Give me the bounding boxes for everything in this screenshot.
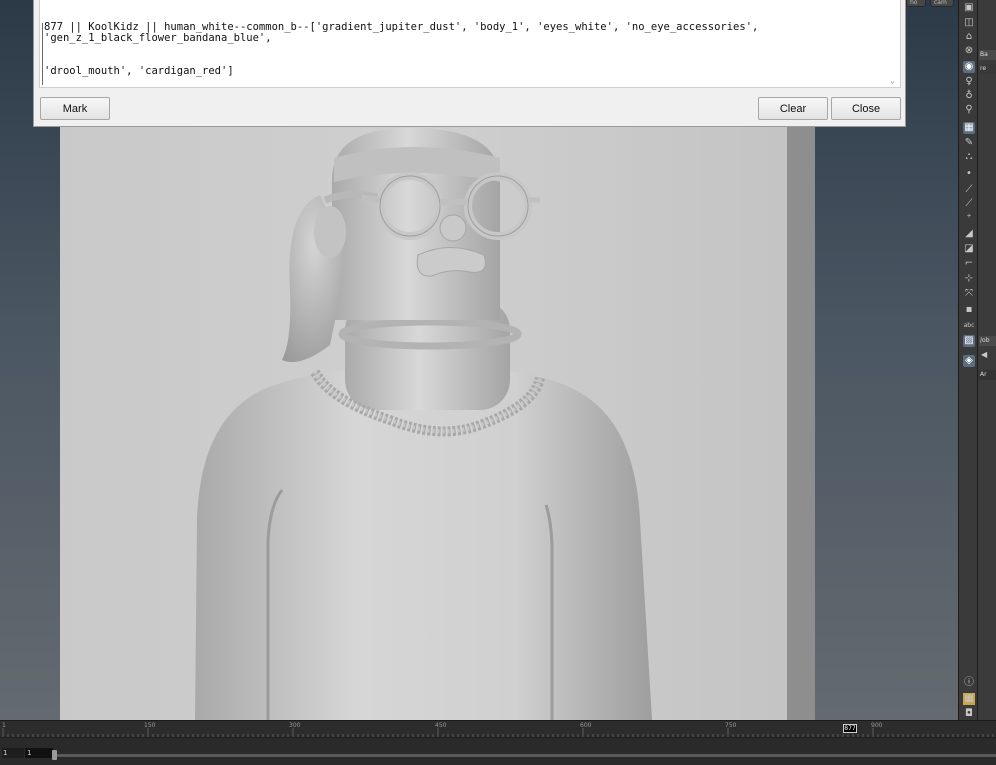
- audio-icon[interactable]: ◪: [963, 243, 975, 255]
- tick-label: 300: [289, 722, 301, 729]
- tick-label: 750: [725, 722, 737, 729]
- range-slider[interactable]: [55, 754, 996, 757]
- ear: [314, 206, 346, 258]
- timeline-ruler[interactable]: 1 150 300 450 600 750 900 877: [0, 720, 996, 738]
- camera-menu-chip[interactable]: cam: [930, 0, 954, 7]
- render-icon[interactable]: ◘: [963, 708, 975, 720]
- mark-dialog: 877 || KoolKidz || human_white--common_b…: [33, 0, 906, 127]
- current-frame-marker[interactable]: 877: [843, 724, 857, 733]
- mark-button[interactable]: Mark: [40, 97, 110, 120]
- pose-icon[interactable]: ♁: [963, 90, 975, 102]
- measure-icon[interactable]: ⁺: [963, 213, 975, 225]
- snapshot-icon[interactable]: ◫: [963, 17, 975, 29]
- crop-icon[interactable]: ⊹: [963, 273, 975, 285]
- end-frame-field[interactable]: 1: [25, 748, 53, 758]
- point-icon[interactable]: ⟋: [963, 184, 975, 196]
- light-icon[interactable]: ♀: [963, 76, 975, 88]
- dialog-text-area[interactable]: 877 || KoolKidz || human_white--common_b…: [39, 0, 901, 88]
- pin-icon[interactable]: ▪: [963, 304, 975, 316]
- clear-button[interactable]: Clear: [758, 97, 828, 120]
- lock-icon[interactable]: ⌂: [963, 31, 975, 43]
- grid-icon[interactable]: ✎: [963, 137, 975, 149]
- playbar: 1 1: [0, 737, 996, 765]
- annotate-icon[interactable]: ◢: [963, 228, 975, 240]
- handle-icon[interactable]: ⚲: [963, 104, 975, 116]
- slope-icon[interactable]: ⌐: [963, 258, 975, 270]
- info-icon[interactable]: ⓘ: [963, 677, 975, 689]
- view-icon[interactable]: ▣: [963, 2, 975, 14]
- viewer-toolbar: ▣ ◫ ⌂ ⊗ ◉ ♀ ♁ ⚲ ▦ ✎ ⛬ • ⟋ ⟋ ⁺ ◢ ◪ ⌐ ⊹ ⤧ …: [958, 0, 978, 720]
- range-handle[interactable]: [52, 750, 57, 760]
- select-icon[interactable]: ▦: [963, 122, 975, 134]
- tick-label: 900: [871, 722, 883, 729]
- text-icon[interactable]: abc: [963, 320, 975, 332]
- tick-label: 1: [2, 722, 6, 729]
- paint-icon[interactable]: ⛬: [963, 151, 975, 163]
- image-icon[interactable]: ▨: [963, 335, 975, 347]
- panel-tab-3[interactable]: Ar: [979, 370, 996, 380]
- marker-icon[interactable]: ◈: [963, 355, 975, 367]
- side-panel: Ba re /ob ◀ Ar: [978, 0, 996, 720]
- nose: [439, 214, 467, 242]
- panel-path[interactable]: /ob: [979, 336, 996, 346]
- transform-icon[interactable]: •: [963, 168, 975, 180]
- tick-label: 600: [580, 722, 592, 729]
- path-icon[interactable]: ⤧: [963, 288, 975, 300]
- back-arrow-icon[interactable]: ◀: [981, 350, 987, 359]
- text-cursor: [42, 23, 43, 85]
- scroll-down-icon[interactable]: ⌄: [890, 75, 895, 86]
- display-menu-chip[interactable]: ho: [906, 0, 926, 7]
- dialog-text-line-2: 'drool_mouth', 'cardigan_red']: [44, 65, 234, 77]
- brush-icon[interactable]: ⟋: [963, 198, 975, 210]
- torso: [195, 367, 652, 720]
- tick-label: 150: [144, 722, 156, 729]
- tick-label: 450: [435, 722, 447, 729]
- dialog-text-line-1: 877 || KoolKidz || human_white--common_b…: [44, 21, 765, 44]
- panel-tab-2[interactable]: re: [979, 64, 996, 74]
- camera-icon[interactable]: ⊗: [963, 45, 975, 57]
- display-icon[interactable]: ◉: [963, 61, 975, 73]
- close-button[interactable]: Close: [831, 97, 901, 120]
- layout-icon[interactable]: ▦: [963, 693, 975, 705]
- start-frame-field[interactable]: 1: [2, 748, 24, 758]
- panel-tab-1[interactable]: Ba: [979, 50, 996, 60]
